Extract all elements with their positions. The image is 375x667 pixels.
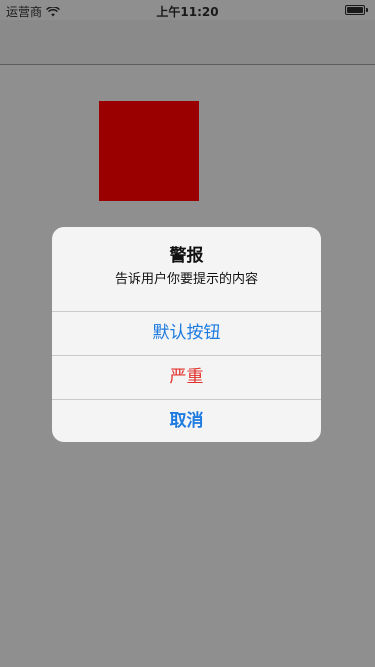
status-bar: 运营商 上午11:20 xyxy=(0,0,375,20)
battery-icon xyxy=(345,5,369,15)
alert-title: 警报 xyxy=(169,246,204,266)
status-time: 上午11:20 xyxy=(156,5,219,19)
default-button[interactable]: 默认按钮 xyxy=(52,311,321,355)
battery-fill xyxy=(347,7,363,13)
destructive-button[interactable]: 严重 xyxy=(52,355,321,399)
alert-header: 警报 告诉用户你要提示的内容 xyxy=(52,227,321,311)
alert-dialog: 警报 告诉用户你要提示的内容 默认按钮 严重 取消 xyxy=(52,227,321,442)
alert-message: 告诉用户你要提示的内容 xyxy=(114,272,258,287)
cancel-button[interactable]: 取消 xyxy=(52,399,321,442)
battery-body xyxy=(345,5,365,15)
navigation-bar xyxy=(0,20,375,65)
red-square-view xyxy=(99,101,199,201)
battery-tip xyxy=(366,8,368,12)
